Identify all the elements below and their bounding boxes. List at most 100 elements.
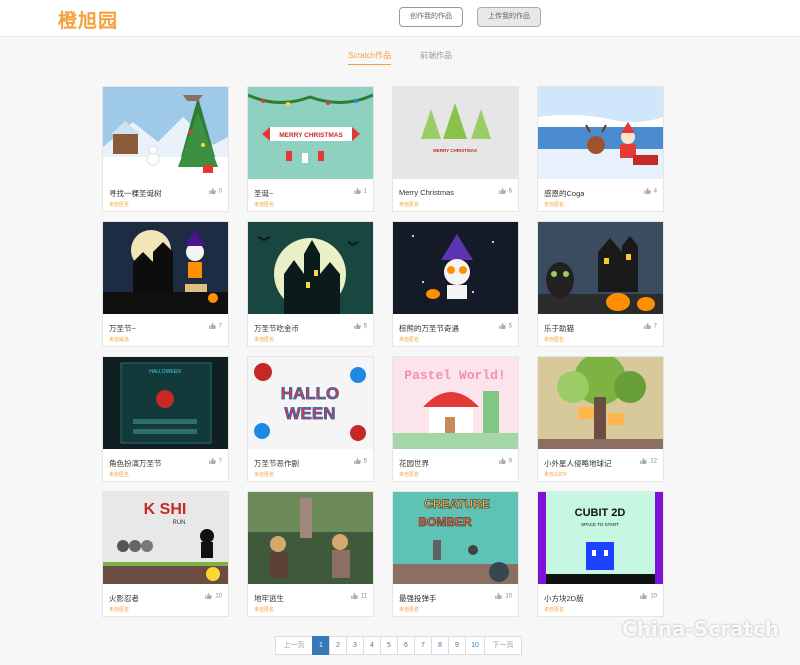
work-title[interactable]: Merry Christmas: [399, 188, 454, 197]
like-count[interactable]: 5: [498, 323, 512, 330]
work-author[interactable]: 未自匿名: [109, 201, 129, 208]
work-author[interactable]: 未自威洛: [109, 336, 129, 343]
work-thumbnail[interactable]: HALLOWEEN: [103, 357, 228, 449]
page-5[interactable]: 5: [380, 636, 398, 655]
work-author[interactable]: 未自匿名: [399, 336, 419, 343]
work-card[interactable]: 棕熊的万圣节奇遇 5 未自匿名: [392, 221, 519, 347]
work-thumbnail[interactable]: K SHI RUN: [103, 492, 228, 584]
work-thumbnail[interactable]: [538, 87, 663, 179]
work-author[interactable]: 未自JUDY: [544, 471, 567, 478]
work-card[interactable]: MERRY CHRISTMAS 圣诞~ 1 未自匿名: [247, 86, 374, 212]
page-7[interactable]: 7: [414, 636, 432, 655]
work-title[interactable]: 万圣节~: [109, 323, 136, 334]
work-author[interactable]: 未自匿名: [254, 336, 274, 343]
work-author[interactable]: 未自匿名: [254, 471, 274, 478]
work-thumbnail[interactable]: [248, 492, 373, 584]
page-9[interactable]: 9: [448, 636, 466, 655]
like-count[interactable]: 7: [208, 323, 222, 330]
work-title[interactable]: 地牢逃生: [254, 593, 284, 604]
thumbs-up-icon: [495, 593, 503, 599]
work-thumbnail[interactable]: MERRY CHRISTMAS: [393, 87, 518, 179]
work-author[interactable]: 未自匿名: [254, 201, 274, 208]
work-thumbnail[interactable]: [538, 357, 663, 449]
work-card[interactable]: 地牢逃生 11 未自匿名: [247, 491, 374, 617]
work-author[interactable]: 未自匿名: [109, 471, 129, 478]
work-title[interactable]: 火影忍者: [109, 593, 139, 604]
like-count[interactable]: 5: [353, 323, 367, 330]
like-count[interactable]: 7: [643, 323, 657, 330]
like-count[interactable]: 0: [208, 188, 222, 195]
work-title[interactable]: 小方块2D版: [544, 593, 584, 604]
work-thumbnail[interactable]: MERRY CHRISTMAS: [248, 87, 373, 179]
work-card[interactable]: MERRY CHRISTMAS Merry Christmas 6 未自匿名: [392, 86, 519, 212]
work-card[interactable]: 寻找一棵圣诞树 0 未自匿名: [102, 86, 229, 212]
work-thumbnail[interactable]: [103, 87, 228, 179]
work-card[interactable]: CREATURE BOMBER 最强投弹手 10 未自匿名: [392, 491, 519, 617]
work-title[interactable]: 乐于助猫: [544, 323, 574, 334]
page-1[interactable]: 1: [312, 636, 330, 655]
work-title[interactable]: 万圣节吃金币: [254, 323, 299, 334]
like-count[interactable]: 5: [353, 458, 367, 465]
page-6[interactable]: 6: [397, 636, 415, 655]
work-card[interactable]: HALLO WEEN 万圣节恶作剧 5 未自匿名: [247, 356, 374, 482]
work-title[interactable]: 最强投弹手: [399, 593, 437, 604]
work-title[interactable]: 花园世界: [399, 458, 429, 469]
next-page-button[interactable]: 下一页: [484, 636, 522, 655]
work-author[interactable]: 未自匿名: [399, 606, 419, 613]
page-3[interactable]: 3: [346, 636, 364, 655]
work-thumbnail[interactable]: [103, 222, 228, 314]
like-count[interactable]: 10: [495, 593, 512, 600]
page-8[interactable]: 8: [431, 636, 449, 655]
like-count[interactable]: 4: [643, 188, 657, 195]
page-4[interactable]: 4: [363, 636, 381, 655]
site-logo[interactable]: 橙旭园: [58, 6, 118, 33]
work-title[interactable]: 棕熊的万圣节奇遇: [399, 323, 459, 334]
work-card[interactable]: 乐于助猫 7 未自匿名: [537, 221, 664, 347]
tab-frontend[interactable]: 前端作品: [420, 50, 452, 64]
like-count[interactable]: 6: [498, 188, 512, 195]
work-thumbnail[interactable]: [393, 222, 518, 314]
like-count[interactable]: 1: [353, 188, 367, 195]
thumbs-up-icon: [353, 323, 361, 329]
work-title[interactable]: 寻找一棵圣诞树: [109, 188, 162, 199]
work-author[interactable]: 未自匿名: [109, 606, 129, 613]
work-title[interactable]: 万圣节恶作剧: [254, 458, 299, 469]
work-author[interactable]: 未自匿名: [544, 336, 564, 343]
work-card[interactable]: CUBIT 2D SPACE TO START 小方块2D版 10 未自匿名: [537, 491, 664, 617]
work-title[interactable]: 圣诞~: [254, 188, 273, 199]
work-thumbnail[interactable]: Pastel World!: [393, 357, 518, 449]
work-card[interactable]: 万圣节~ 7 未自威洛: [102, 221, 229, 347]
work-card[interactable]: Pastel World! 花园世界 9 未自匿名: [392, 356, 519, 482]
work-card[interactable]: 感恩的Coga 4 未自匿名: [537, 86, 664, 212]
like-count[interactable]: 11: [350, 593, 367, 600]
category-tabs: Scratch作品 前端作品: [0, 50, 800, 66]
like-count[interactable]: 7: [208, 458, 222, 465]
page-10[interactable]: 10: [465, 636, 485, 655]
work-thumbnail[interactable]: CUBIT 2D SPACE TO START: [538, 492, 663, 584]
work-author[interactable]: 未自匿名: [254, 606, 274, 613]
work-card[interactable]: K SHI RUN 火影忍者 10 未自匿名: [102, 491, 229, 617]
work-title[interactable]: 小外星人侵略地球记: [544, 458, 612, 469]
work-author[interactable]: 未自匿名: [399, 201, 419, 208]
work-thumbnail[interactable]: CREATURE BOMBER: [393, 492, 518, 584]
work-thumbnail[interactable]: [248, 222, 373, 314]
tab-scratch[interactable]: Scratch作品: [348, 50, 392, 65]
work-author[interactable]: 未自匿名: [399, 471, 419, 478]
work-author[interactable]: 未自匿名: [544, 201, 564, 208]
work-thumbnail[interactable]: HALLO WEEN: [248, 357, 373, 449]
work-thumbnail[interactable]: [538, 222, 663, 314]
like-count[interactable]: 10: [205, 593, 222, 600]
prev-page-button[interactable]: 上一页: [275, 636, 313, 655]
upload-work-button[interactable]: 上传我的作品: [477, 7, 541, 27]
work-card[interactable]: 万圣节吃金币 5 未自匿名: [247, 221, 374, 347]
like-count[interactable]: 10: [640, 593, 657, 600]
work-card[interactable]: HALLOWEEN 角色扮演万圣节 7 未自匿名: [102, 356, 229, 482]
work-title[interactable]: 感恩的Coga: [544, 188, 584, 199]
like-count[interactable]: 9: [498, 458, 512, 465]
page-2[interactable]: 2: [329, 636, 347, 655]
like-count[interactable]: 12: [640, 458, 657, 465]
work-card[interactable]: 小外星人侵略地球记 12 未自JUDY: [537, 356, 664, 482]
work-author[interactable]: 未自匿名: [544, 606, 564, 613]
work-title[interactable]: 角色扮演万圣节: [109, 458, 162, 469]
create-work-button[interactable]: 创作我的作品: [399, 7, 463, 27]
